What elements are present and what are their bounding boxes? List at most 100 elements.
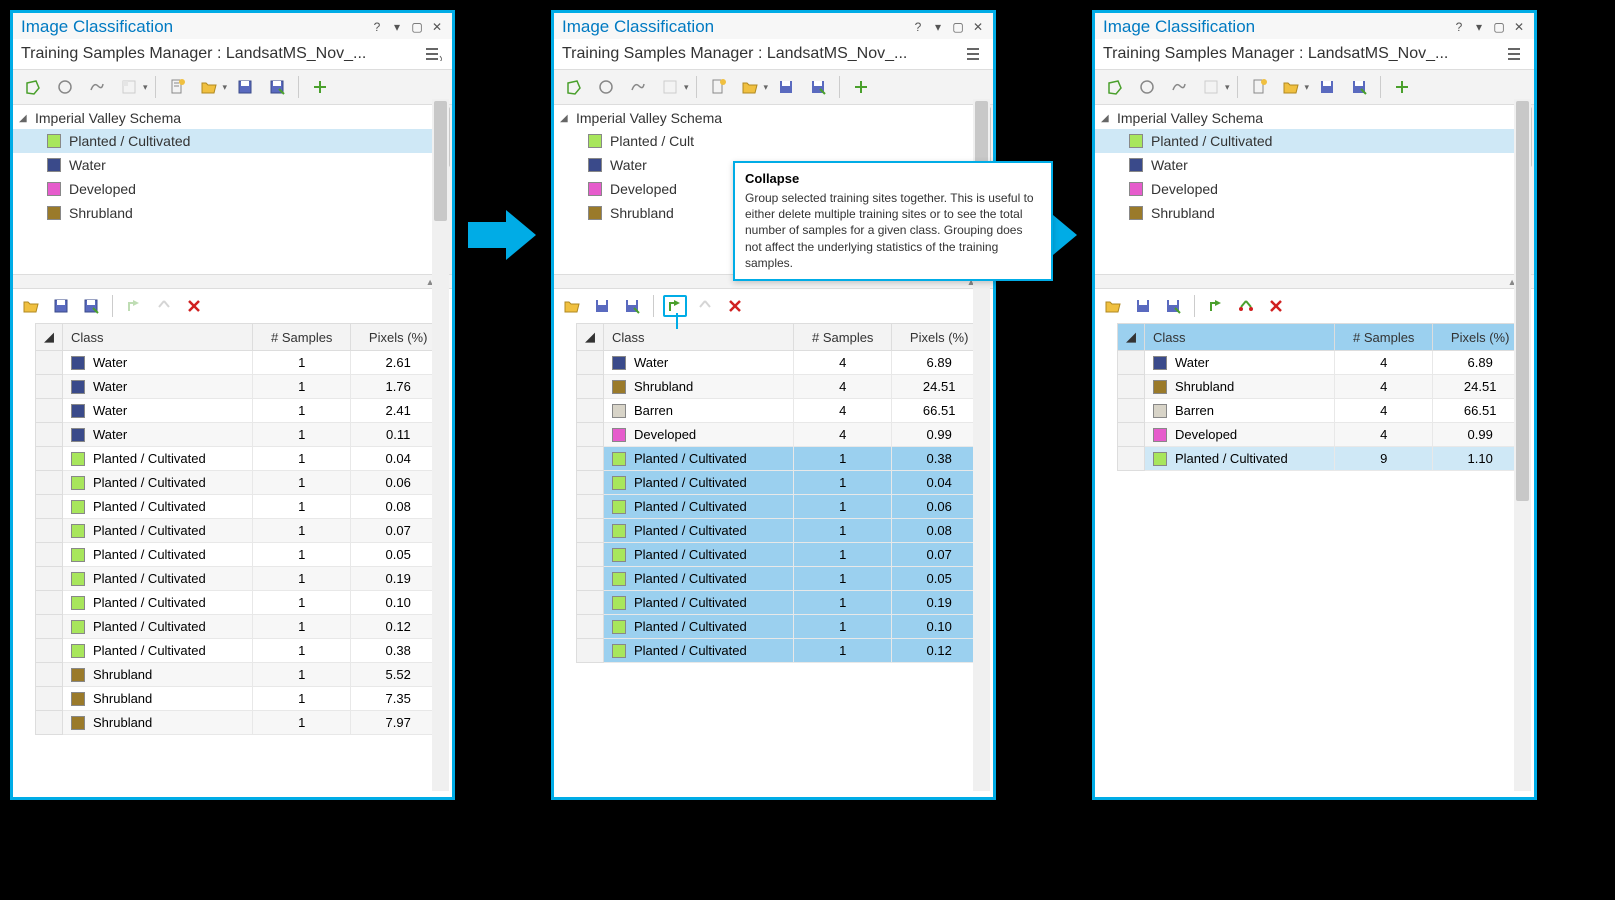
open-schema-icon[interactable] <box>1277 74 1305 100</box>
row-handle[interactable] <box>36 615 63 639</box>
row-handle[interactable] <box>577 423 604 447</box>
row-handle[interactable] <box>36 375 63 399</box>
row-header-corner[interactable]: ◢ <box>36 324 63 351</box>
table-row[interactable]: Planted / Cultivated10.05 <box>577 567 987 591</box>
table-row[interactable]: Water46.89 <box>1118 351 1528 375</box>
save-schema-icon[interactable] <box>231 74 259 100</box>
delete-icon[interactable] <box>723 295 747 317</box>
table-row[interactable]: Planted / Cultivated91.10 <box>1118 447 1528 471</box>
row-handle[interactable] <box>36 495 63 519</box>
row-handle[interactable] <box>36 663 63 687</box>
row-handle[interactable] <box>36 519 63 543</box>
maximize-button[interactable]: ▢ <box>1490 19 1508 35</box>
add-class-icon[interactable] <box>847 74 875 100</box>
expand-icon[interactable] <box>1234 295 1258 317</box>
schema-item[interactable]: Planted / Cultivated <box>1095 129 1534 153</box>
table-row[interactable]: Planted / Cultivated10.06 <box>36 471 446 495</box>
row-handle[interactable] <box>36 711 63 735</box>
table-row[interactable]: Developed40.99 <box>1118 423 1528 447</box>
close-button[interactable]: ✕ <box>1510 19 1528 35</box>
polygon-tool-icon[interactable] <box>560 74 588 100</box>
row-handle[interactable] <box>36 351 63 375</box>
polygon-tool-icon[interactable] <box>1101 74 1129 100</box>
save-samples-icon[interactable] <box>49 295 73 317</box>
row-handle[interactable] <box>577 471 604 495</box>
row-handle[interactable] <box>577 543 604 567</box>
row-handle[interactable] <box>36 567 63 591</box>
row-handle[interactable] <box>36 591 63 615</box>
save-samples-edits-icon[interactable] <box>1161 295 1185 317</box>
menu-icon[interactable] <box>963 45 985 63</box>
maximize-button[interactable]: ▢ <box>408 19 426 35</box>
table-row[interactable]: Planted / Cultivated10.07 <box>577 543 987 567</box>
table-row[interactable]: Shrubland15.52 <box>36 663 446 687</box>
add-class-icon[interactable] <box>306 74 334 100</box>
save-schema-icon[interactable] <box>772 74 800 100</box>
save-samples-edits-icon[interactable] <box>620 295 644 317</box>
scrollbar[interactable] <box>432 99 449 791</box>
table-row[interactable]: Planted / Cultivated10.38 <box>577 447 987 471</box>
row-handle[interactable] <box>577 567 604 591</box>
row-handle[interactable] <box>36 423 63 447</box>
row-handle[interactable] <box>577 495 604 519</box>
autohide-button[interactable]: ▾ <box>1470 19 1488 35</box>
maximize-button[interactable]: ▢ <box>949 19 967 35</box>
collapse-icon[interactable] <box>663 295 687 317</box>
row-handle[interactable] <box>1118 375 1145 399</box>
delete-icon[interactable] <box>182 295 206 317</box>
close-button[interactable]: ✕ <box>428 19 446 35</box>
schema-root[interactable]: ◢ Imperial Valley Schema <box>13 107 452 129</box>
table-row[interactable]: Planted / Cultivated10.08 <box>36 495 446 519</box>
schema-item[interactable]: Planted / Cult <box>554 129 993 153</box>
col-samples[interactable]: # Samples <box>253 324 351 351</box>
table-row[interactable]: Planted / Cultivated10.10 <box>577 615 987 639</box>
row-handle[interactable] <box>577 399 604 423</box>
menu-icon[interactable] <box>422 45 444 63</box>
row-handle[interactable] <box>577 615 604 639</box>
open-samples-icon[interactable] <box>1101 295 1125 317</box>
table-row[interactable]: Planted / Cultivated10.06 <box>577 495 987 519</box>
close-button[interactable]: ✕ <box>969 19 987 35</box>
circle-tool-icon[interactable] <box>592 74 620 100</box>
table-row[interactable]: Water11.76 <box>36 375 446 399</box>
schema-item[interactable]: Shrubland <box>13 201 452 225</box>
row-handle[interactable] <box>577 639 604 663</box>
table-row[interactable]: Planted / Cultivated10.05 <box>36 543 446 567</box>
scrollbar[interactable] <box>1514 99 1531 791</box>
help-button[interactable]: ? <box>1450 19 1468 35</box>
table-row[interactable]: Planted / Cultivated10.38 <box>36 639 446 663</box>
schema-item[interactable]: Water <box>1095 153 1534 177</box>
row-handle[interactable] <box>36 639 63 663</box>
table-row[interactable]: Barren466.51 <box>1118 399 1528 423</box>
row-handle[interactable] <box>36 399 63 423</box>
table-row[interactable]: Planted / Cultivated10.08 <box>577 519 987 543</box>
save-edits-icon[interactable] <box>804 74 832 100</box>
new-schema-icon[interactable] <box>704 74 732 100</box>
new-schema-icon[interactable] <box>163 74 191 100</box>
dropdown-caret-icon[interactable]: ▾ <box>143 82 148 93</box>
schema-item[interactable]: Shrubland <box>1095 201 1534 225</box>
collapse-icon[interactable] <box>1204 295 1228 317</box>
circle-tool-icon[interactable] <box>1133 74 1161 100</box>
schema-item[interactable]: Planted / Cultivated <box>13 129 452 153</box>
menu-icon[interactable] <box>1504 45 1526 63</box>
circle-tool-icon[interactable] <box>51 74 79 100</box>
table-row[interactable]: Planted / Cultivated10.19 <box>36 567 446 591</box>
delete-icon[interactable] <box>1264 295 1288 317</box>
save-edits-icon[interactable] <box>263 74 291 100</box>
save-edits-icon[interactable] <box>1345 74 1373 100</box>
table-row[interactable]: Shrubland17.97 <box>36 711 446 735</box>
table-row[interactable]: Water12.41 <box>36 399 446 423</box>
table-row[interactable]: Water46.89 <box>577 351 987 375</box>
expand-arrow-icon[interactable]: ◢ <box>19 113 31 124</box>
row-handle[interactable] <box>577 519 604 543</box>
table-row[interactable]: Planted / Cultivated10.10 <box>36 591 446 615</box>
row-handle[interactable] <box>577 375 604 399</box>
row-handle[interactable] <box>1118 447 1145 471</box>
open-schema-icon[interactable] <box>195 74 223 100</box>
new-schema-icon[interactable] <box>1245 74 1273 100</box>
row-handle[interactable] <box>1118 423 1145 447</box>
row-handle[interactable] <box>577 351 604 375</box>
row-handle[interactable] <box>1118 351 1145 375</box>
table-row[interactable]: Planted / Cultivated10.07 <box>36 519 446 543</box>
